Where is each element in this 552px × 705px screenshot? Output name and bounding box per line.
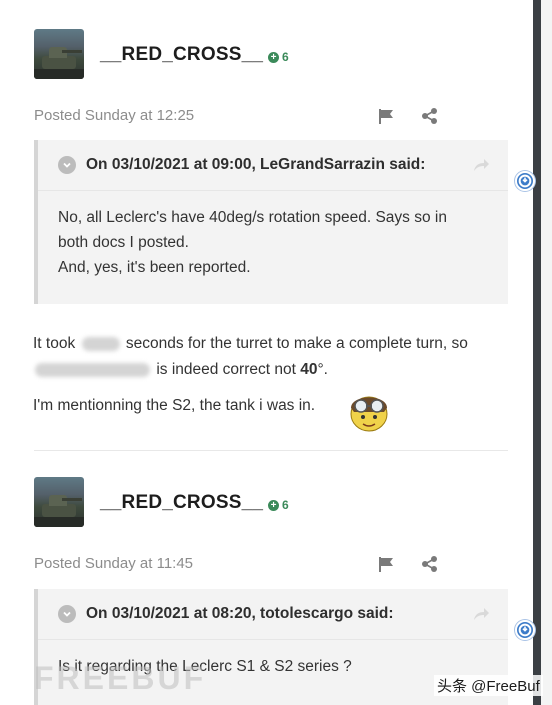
share-icon[interactable] — [421, 555, 439, 573]
quote-citation[interactable]: On 03/10/2021 at 08:20, totolescargo sai… — [86, 605, 394, 623]
quote-block: On 03/10/2021 at 09:00, LeGrandSarrazin … — [34, 140, 508, 304]
redacted-value — [81, 336, 120, 351]
username-link[interactable]: __RED_CROSS__ — [100, 492, 263, 514]
content-text: seconds for the turret to make a complet… — [125, 335, 468, 352]
quote-text: No, all Leclerc's have 40deg/s rotation … — [38, 191, 508, 294]
content-bold: 40 — [300, 361, 318, 378]
content-text: °. — [317, 361, 328, 378]
multiquote-button[interactable] — [515, 620, 535, 640]
plus-icon: + — [268, 499, 279, 511]
chevron-down-icon[interactable] — [58, 156, 76, 174]
reputation-badge: + 6 — [268, 498, 289, 512]
content-text: It took — [33, 335, 76, 352]
quote-citation[interactable]: On 03/10/2021 at 09:00, LeGrandSarrazin … — [86, 156, 425, 174]
redacted-value — [35, 362, 150, 377]
right-strip — [541, 0, 552, 705]
watermark: 头条 @FreeBuf — [434, 675, 543, 696]
quote-header: On 03/10/2021 at 08:20, totolescargo sai… — [38, 589, 508, 640]
post-divider — [34, 450, 508, 451]
content-text: is indeed correct not — [156, 361, 296, 378]
content-text: I'm mentionning the S2, the tank i was i… — [33, 397, 316, 414]
quote-line: No, all Leclerc's have 40deg/s rotation … — [58, 209, 447, 226]
username-link[interactable]: __RED_CROSS__ — [100, 44, 263, 66]
aviator-smiley-icon — [350, 396, 388, 432]
post-timestamp[interactable]: Posted Sunday at 11:45 — [34, 555, 193, 572]
quote-line: And, yes, it's been reported. — [58, 259, 251, 276]
multiquote-button[interactable] — [515, 171, 535, 191]
reply-arrow-icon[interactable] — [472, 157, 490, 173]
post-content: It took seconds for the turret to make a… — [33, 332, 468, 418]
ghost-logo: FREEBUF — [34, 660, 207, 696]
quote-line: both docs I posted. — [58, 234, 189, 251]
right-rail — [533, 0, 541, 705]
reputation-badge: + 6 — [268, 50, 289, 64]
share-icon[interactable] — [421, 107, 439, 125]
avatar[interactable] — [34, 29, 84, 79]
quote-header: On 03/10/2021 at 09:00, LeGrandSarrazin … — [38, 140, 508, 191]
reputation-count: 6 — [282, 50, 289, 64]
chevron-down-icon[interactable] — [58, 605, 76, 623]
plus-icon: + — [268, 51, 279, 63]
reply-arrow-icon[interactable] — [472, 606, 490, 622]
reputation-count: 6 — [282, 498, 289, 512]
avatar[interactable] — [34, 477, 84, 527]
post-timestamp[interactable]: Posted Sunday at 12:25 — [34, 107, 194, 124]
flag-icon[interactable] — [377, 555, 395, 573]
flag-icon[interactable] — [377, 107, 395, 125]
